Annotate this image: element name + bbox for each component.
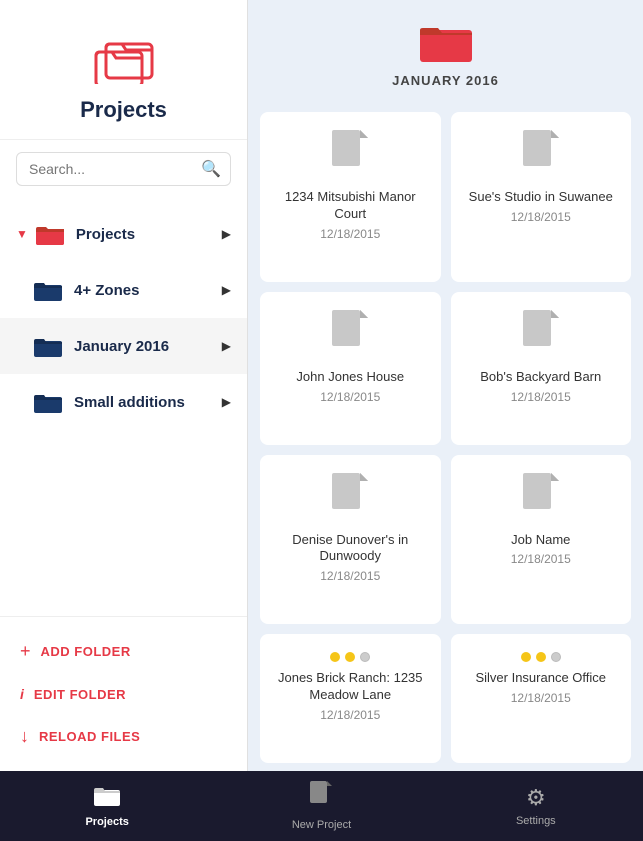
projects-tab-icon — [94, 784, 120, 812]
document-icon — [332, 310, 368, 359]
add-folder-label: ADD FOLDER — [41, 644, 131, 659]
item-name: Job Name — [511, 532, 570, 549]
main-folder-icon — [420, 20, 472, 67]
reload-icon: ↓ — [20, 726, 29, 747]
tab-settings-label: Settings — [516, 815, 556, 827]
dot-2 — [536, 652, 546, 662]
dot-3 — [551, 652, 561, 662]
dot-2 — [345, 652, 355, 662]
search-icon: 🔍 — [201, 159, 221, 179]
sidebar-item-january-label: January 2016 — [74, 338, 222, 355]
list-item[interactable]: 1234 Mitsubishi Manor Court 12/18/2015 — [260, 112, 441, 282]
item-name: Sue's Studio in Suwanee — [469, 189, 613, 206]
bottom-nav: Projects New Project ⚙ Settings — [0, 771, 643, 841]
sidebar-item-projects[interactable]: ▼ Projects ▶ — [0, 206, 247, 262]
reload-files-label: RELOAD FILES — [39, 729, 140, 744]
tab-new-project-label: New Project — [292, 819, 351, 831]
search-input[interactable] — [16, 152, 231, 186]
list-item[interactable]: Sue's Studio in Suwanee 12/18/2015 — [451, 112, 632, 282]
main-content: JANUARY 2016 1234 Mitsubishi Manor Court… — [248, 0, 643, 771]
reload-files-button[interactable]: ↓ RELOAD FILES — [0, 714, 247, 759]
item-date: 12/18/2015 — [320, 569, 380, 583]
sidebar-item-small-additions[interactable]: Small additions ▶ — [0, 374, 247, 430]
collapse-arrow-icon: ▼ — [16, 227, 28, 241]
item-date: 12/18/2015 — [511, 210, 571, 224]
item-date: 12/18/2015 — [320, 227, 380, 241]
document-icon — [332, 473, 368, 522]
document-icon — [332, 130, 368, 179]
search-box: 🔍 — [16, 152, 231, 186]
item-name: 1234 Mitsubishi Manor Court — [270, 189, 431, 223]
list-item[interactable]: Denise Dunover's in Dunwoody 12/18/2015 — [260, 455, 441, 625]
main-header: JANUARY 2016 — [248, 0, 643, 104]
new-project-tab-icon — [310, 781, 332, 815]
sidebar: Projects 🔍 ▼ Projects ▶ — [0, 0, 248, 771]
sidebar-item-january-2016[interactable]: January 2016 ▶ — [0, 318, 247, 374]
main-folder-title: JANUARY 2016 — [392, 73, 499, 88]
item-date: 12/18/2015 — [320, 708, 380, 722]
status-dots — [330, 652, 370, 662]
document-icon — [523, 473, 559, 522]
sidebar-item-projects-label: Projects — [76, 226, 222, 243]
item-name: Bob's Backyard Barn — [480, 369, 601, 386]
folder-icon-small-additions — [32, 386, 64, 418]
item-name: John Jones House — [296, 369, 404, 386]
tab-projects-label: Projects — [85, 816, 128, 828]
nav-arrow-january: ▶ — [222, 339, 231, 353]
folder-icon-projects — [34, 218, 66, 250]
folder-icon-4zones — [32, 274, 64, 306]
nav-arrow-small-additions: ▶ — [222, 395, 231, 409]
sidebar-item-4plus-zones[interactable]: 4+ Zones ▶ — [0, 262, 247, 318]
list-item[interactable]: Silver Insurance Office 12/18/2015 — [451, 634, 632, 763]
sidebar-header: Projects — [0, 0, 247, 140]
list-item[interactable]: Bob's Backyard Barn 12/18/2015 — [451, 292, 632, 445]
projects-logo-icon — [88, 24, 160, 89]
edit-icon: i — [20, 686, 24, 702]
tab-new-project[interactable]: New Project — [214, 781, 428, 831]
item-name: Denise Dunover's in Dunwoody — [270, 532, 431, 566]
list-item[interactable]: Job Name 12/18/2015 — [451, 455, 632, 625]
edit-folder-button[interactable]: i EDIT FOLDER — [0, 674, 247, 714]
dot-1 — [330, 652, 340, 662]
nav-arrow-4zones: ▶ — [222, 283, 231, 297]
tab-settings[interactable]: ⚙ Settings — [429, 785, 643, 827]
dot-1 — [521, 652, 531, 662]
settings-tab-icon: ⚙ — [526, 785, 546, 811]
tab-projects[interactable]: Projects — [0, 784, 214, 828]
item-name: Silver Insurance Office — [475, 670, 606, 687]
document-icon — [523, 310, 559, 359]
add-folder-button[interactable]: + ADD FOLDER — [0, 629, 247, 674]
nav-list: ▼ Projects ▶ — [0, 198, 247, 616]
sidebar-item-4zones-label: 4+ Zones — [74, 282, 222, 299]
item-date: 12/18/2015 — [320, 390, 380, 404]
item-date: 12/18/2015 — [511, 691, 571, 705]
document-icon — [523, 130, 559, 179]
edit-folder-label: EDIT FOLDER — [34, 687, 126, 702]
status-dots — [521, 652, 561, 662]
list-item[interactable]: Jones Brick Ranch: 1235 Meadow Lane 12/1… — [260, 634, 441, 763]
projects-grid: 1234 Mitsubishi Manor Court 12/18/2015 S… — [248, 104, 643, 771]
item-date: 12/18/2015 — [511, 390, 571, 404]
sidebar-actions: + ADD FOLDER i EDIT FOLDER ↓ RELOAD FILE… — [0, 616, 247, 771]
item-name: Jones Brick Ranch: 1235 Meadow Lane — [270, 670, 431, 704]
list-item[interactable]: John Jones House 12/18/2015 — [260, 292, 441, 445]
sidebar-item-small-additions-label: Small additions — [74, 394, 222, 411]
item-date: 12/18/2015 — [511, 552, 571, 566]
sidebar-title: Projects — [80, 97, 167, 123]
dot-3 — [360, 652, 370, 662]
folder-icon-january — [32, 330, 64, 362]
add-icon: + — [20, 641, 31, 662]
nav-arrow-projects: ▶ — [222, 227, 231, 241]
